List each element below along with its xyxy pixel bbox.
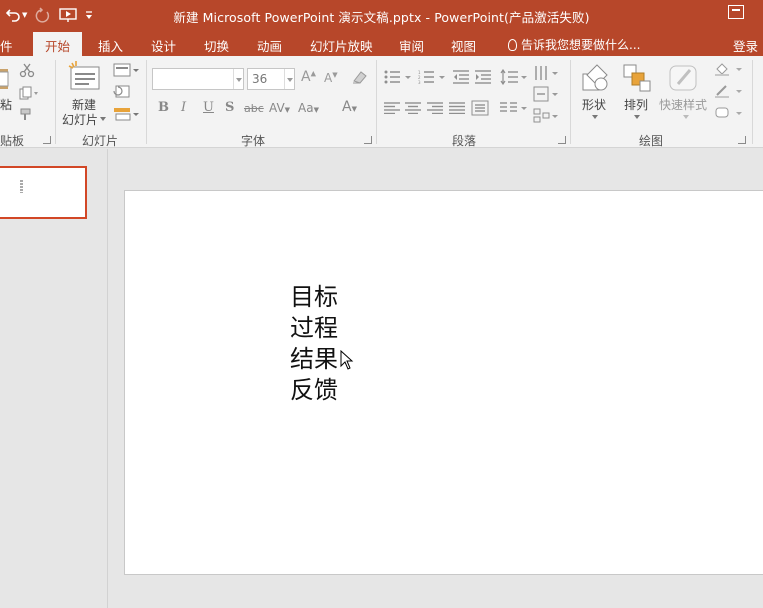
align-text-icon[interactable] [533, 86, 559, 102]
tell-me-text: 告诉我您想要做什么... [521, 38, 641, 52]
ribbon-tabs: 件 开始 插入 设计 切换 动画 幻灯片放映 审阅 视图 告诉我您想要做什么..… [0, 30, 763, 58]
drawing-launcher-icon[interactable] [738, 136, 746, 144]
character-spacing-icon[interactable]: AV▼ [269, 101, 290, 115]
columns-icon[interactable] [500, 102, 528, 114]
font-color-icon[interactable]: A▼ [342, 99, 357, 115]
font-size-value: 36 [252, 72, 268, 86]
clipboard-launcher-icon[interactable] [43, 136, 51, 144]
shapes-label[interactable]: 形状 [582, 96, 606, 113]
italic-icon[interactable]: I [181, 100, 186, 115]
lightbulb-icon [508, 38, 517, 51]
group-separator [752, 60, 753, 144]
chevron-down-icon[interactable] [592, 115, 598, 119]
slides-group-label: 幻灯片 [82, 134, 119, 148]
ribbon: 粘 贴板 新建 幻灯片 幻灯片 36 A▲ A▼ B I U S abc AV▼… [0, 56, 763, 148]
group-separator [570, 60, 571, 144]
increase-font-size-icon[interactable]: A▲ [301, 69, 316, 85]
arrange-label[interactable]: 排列 [624, 96, 648, 113]
reset-icon[interactable] [113, 85, 131, 99]
chevron-down-icon[interactable] [634, 115, 640, 119]
slide-text-box[interactable]: 目标 过程 结果 反馈 [290, 282, 338, 406]
align-right-icon[interactable] [427, 102, 443, 114]
slide-text-line: 过程 [290, 314, 338, 342]
new-slide-label-2[interactable]: 幻灯片 [62, 111, 98, 128]
group-separator [376, 60, 377, 144]
group-separator [146, 60, 147, 144]
underline-icon[interactable]: U [203, 100, 214, 115]
paste-button-label[interactable]: 粘 [0, 96, 12, 113]
arrange-icon[interactable] [621, 62, 653, 94]
line-spacing-icon[interactable] [500, 69, 528, 85]
tab-slideshow[interactable]: 幻灯片放映 [310, 36, 373, 55]
decrease-font-size-icon[interactable]: A▼ [324, 71, 338, 85]
chevron-down-icon[interactable] [683, 115, 689, 119]
bullets-icon[interactable] [384, 70, 414, 84]
tab-insert[interactable]: 插入 [98, 36, 123, 55]
justify-icon[interactable] [449, 102, 465, 114]
tab-view[interactable]: 视图 [451, 36, 476, 55]
window-title: 新建 Microsoft PowerPoint 演示文稿.pptx - Powe… [173, 10, 590, 25]
numbering-icon[interactable]: 123 [418, 70, 448, 84]
change-case-icon[interactable]: Aa▼ [298, 101, 319, 115]
format-painter-icon[interactable] [19, 108, 35, 122]
thumbnail-text-preview [20, 180, 23, 193]
bold-icon[interactable]: B [158, 100, 169, 115]
increase-indent-icon[interactable] [475, 70, 491, 84]
chevron-down-icon[interactable] [233, 69, 243, 89]
quick-styles-icon[interactable] [668, 62, 700, 94]
font-size-input[interactable]: 36 [247, 68, 295, 90]
smartart-icon[interactable] [533, 108, 559, 124]
text-direction-icon[interactable] [533, 64, 559, 82]
tab-review[interactable]: 审阅 [399, 36, 424, 55]
shape-effects-icon[interactable] [714, 105, 744, 121]
text-shadow-icon[interactable]: S [225, 100, 234, 115]
slide-thumbnail-pane [0, 149, 108, 608]
slide-text-line: 结果 [290, 345, 338, 373]
align-left-icon[interactable] [384, 102, 400, 114]
slide-text-line: 反馈 [290, 376, 338, 404]
font-name-input[interactable] [152, 68, 244, 90]
cut-icon[interactable] [19, 62, 35, 78]
slide-thumbnail-1[interactable] [0, 166, 87, 219]
group-separator [55, 60, 56, 144]
ribbon-display-options-icon[interactable] [728, 5, 744, 19]
decrease-indent-icon[interactable] [453, 70, 469, 84]
chevron-down-icon[interactable] [284, 69, 294, 89]
shape-outline-icon[interactable] [714, 83, 744, 99]
tab-file[interactable]: 件 [0, 36, 13, 55]
shape-fill-icon[interactable] [714, 61, 744, 77]
slide-text-line: 目标 [290, 283, 338, 311]
strikethrough-icon[interactable]: abc [244, 102, 264, 115]
font-group-label: 字体 [241, 134, 266, 148]
tab-transitions[interactable]: 切换 [204, 36, 229, 55]
copy-icon[interactable] [19, 86, 39, 100]
distributed-icon[interactable] [471, 100, 489, 116]
shapes-icon[interactable] [579, 62, 611, 94]
tab-home[interactable]: 开始 [33, 32, 83, 58]
section-icon[interactable] [113, 107, 141, 121]
sign-in-link[interactable]: 登录 [733, 36, 758, 55]
quick-styles-label[interactable]: 快速样式 [659, 96, 707, 113]
tab-animations[interactable]: 动画 [257, 36, 282, 55]
clipboard-group-label: 贴板 [0, 134, 25, 148]
align-center-icon[interactable] [405, 102, 421, 114]
font-launcher-icon[interactable] [364, 136, 372, 144]
paragraph-launcher-icon[interactable] [558, 136, 566, 144]
chevron-down-icon[interactable] [100, 117, 106, 121]
paragraph-group-label: 段落 [452, 134, 477, 148]
layout-icon[interactable] [113, 63, 141, 77]
title-bar: ▼ 新建 Microsoft PowerPoint 演示文稿.pptx - Po… [0, 0, 763, 30]
paste-icon[interactable] [0, 66, 10, 92]
drawing-group-label: 绘图 [639, 134, 664, 148]
tell-me-search[interactable]: 告诉我您想要做什么... [508, 36, 640, 53]
clear-formatting-icon[interactable] [351, 69, 369, 85]
slide-canvas[interactable]: 目标 过程 结果 反馈 [124, 190, 763, 575]
tab-design[interactable]: 设计 [151, 36, 176, 55]
new-slide-icon[interactable] [68, 61, 102, 93]
svg-text:3: 3 [418, 80, 421, 84]
mouse-pointer-icon [340, 350, 354, 370]
